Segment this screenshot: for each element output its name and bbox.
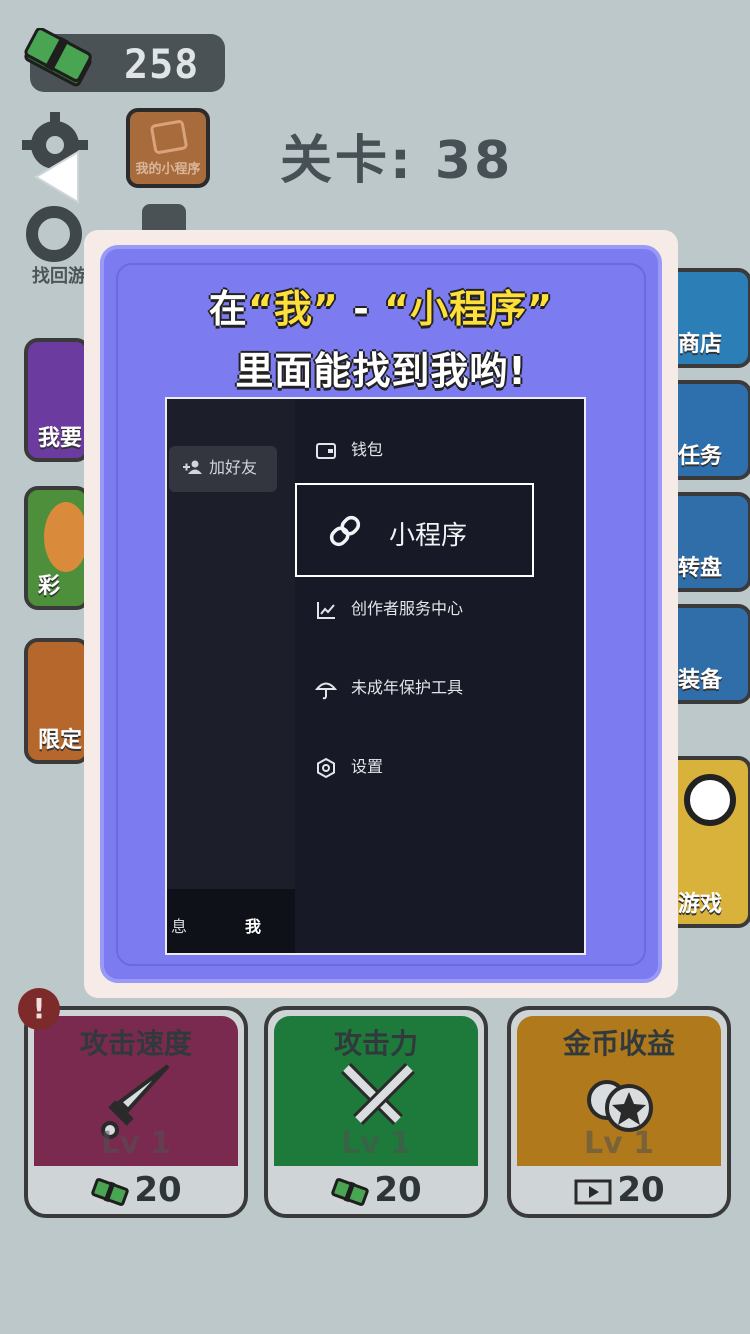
side-button-limited[interactable]: 限定 xyxy=(24,638,90,764)
cash-icon xyxy=(24,28,92,87)
magnifier-icon[interactable] xyxy=(24,204,86,266)
upgrade-name: 攻击力 xyxy=(333,1027,418,1060)
side-button-label: 商店 xyxy=(678,332,723,357)
title-prefix: 在 xyxy=(208,287,248,331)
menu-label: 未成年保护工具 xyxy=(351,680,464,697)
upgrade-cost-value: 20 xyxy=(134,1170,182,1210)
side-button-egg[interactable]: 彩 xyxy=(24,486,90,610)
mini-program-button-label: 我的小程序 xyxy=(135,161,201,176)
tab-messages: 息 xyxy=(171,919,188,936)
chart-icon xyxy=(317,601,335,619)
modal-title-line2: 里面能找到我哟! xyxy=(235,349,527,393)
panda-icon xyxy=(684,774,736,826)
recover-game-label: 找回游 xyxy=(32,266,86,287)
upgrade-cost: 20 xyxy=(268,1170,484,1210)
upgrade-attack-power[interactable]: 攻击力 Lv 1 20 xyxy=(264,1006,488,1218)
alert-badge: ! xyxy=(18,988,60,1030)
egg-icon xyxy=(44,502,88,572)
side-button-label: 转盘 xyxy=(678,556,723,581)
cash-icon xyxy=(331,1177,370,1206)
side-button-label: 我要 xyxy=(38,426,83,451)
upgrade-name: 金币收益 xyxy=(562,1027,675,1060)
title-me: “我” xyxy=(247,287,339,331)
upgrade-attack-speed[interactable]: 攻击速度 Lv 1 20 xyxy=(24,1006,248,1218)
side-button-gun[interactable]: 我要 xyxy=(24,338,90,462)
umbrella-icon xyxy=(315,682,337,700)
upgrade-level: Lv 1 xyxy=(101,1126,171,1161)
side-button-label: 装备 xyxy=(678,668,723,693)
upgrade-cost: 20 xyxy=(511,1170,727,1210)
menu-item-wallet: 钱包 xyxy=(315,436,383,462)
upgrade-level: Lv 1 xyxy=(584,1126,654,1161)
title-mini-program: “小程序” xyxy=(384,287,554,331)
menu-label: 设置 xyxy=(351,759,384,776)
coin-count: 258 xyxy=(124,42,200,88)
tab-me: 我 xyxy=(245,919,262,936)
menu-item-settings: 设置 xyxy=(315,753,383,779)
wallet-icon xyxy=(316,442,336,459)
menu-label: 小程序 xyxy=(389,520,468,550)
menu-item-minor-protection: 未成年保护工具 xyxy=(315,674,463,700)
menu-item-creator-center: 创作者服务中心 xyxy=(315,595,463,621)
upgrade-coin-income[interactable]: 金币收益 Lv 1 20 xyxy=(507,1006,731,1218)
menu-label: 钱包 xyxy=(351,442,384,459)
add-friend-label: 加好友 xyxy=(209,460,258,477)
my-mini-program-button[interactable]: 我的小程序 xyxy=(126,108,210,188)
upgrade-cost: 20 xyxy=(28,1170,244,1210)
upgrade-cost-value: 20 xyxy=(617,1170,665,1210)
instruction-screenshot: 加好友 钱包 小程序 创作者服务中心 未成年保护工具 设置 息 我 xyxy=(165,397,586,955)
menu-label: 创作者服务中心 xyxy=(351,601,464,618)
side-button-label: 任务 xyxy=(678,444,723,469)
add-person-icon xyxy=(183,460,202,474)
side-button-label: 彩 xyxy=(38,574,61,599)
mini-program-icon xyxy=(149,119,189,155)
cash-icon xyxy=(91,1177,130,1206)
upgrade-cost-value: 20 xyxy=(374,1170,422,1210)
add-friend-button: 加好友 xyxy=(169,446,277,492)
link-icon xyxy=(329,515,361,547)
title-dash: - xyxy=(338,287,385,331)
upgrade-level: Lv 1 xyxy=(341,1126,411,1161)
side-button-label: 游戏 xyxy=(678,892,723,917)
menu-item-mini-program-highlight: 小程序 xyxy=(295,483,534,577)
back-arrow-icon[interactable] xyxy=(30,148,84,206)
modal-title-line1: 在“我” - “小程序” xyxy=(100,278,662,333)
upgrade-name: 攻击速度 xyxy=(79,1027,192,1060)
level-title: 关卡: 38 xyxy=(280,131,514,191)
video-icon xyxy=(574,1179,612,1204)
settings-hexagon-icon xyxy=(317,757,335,778)
side-button-label: 限定 xyxy=(38,728,83,753)
